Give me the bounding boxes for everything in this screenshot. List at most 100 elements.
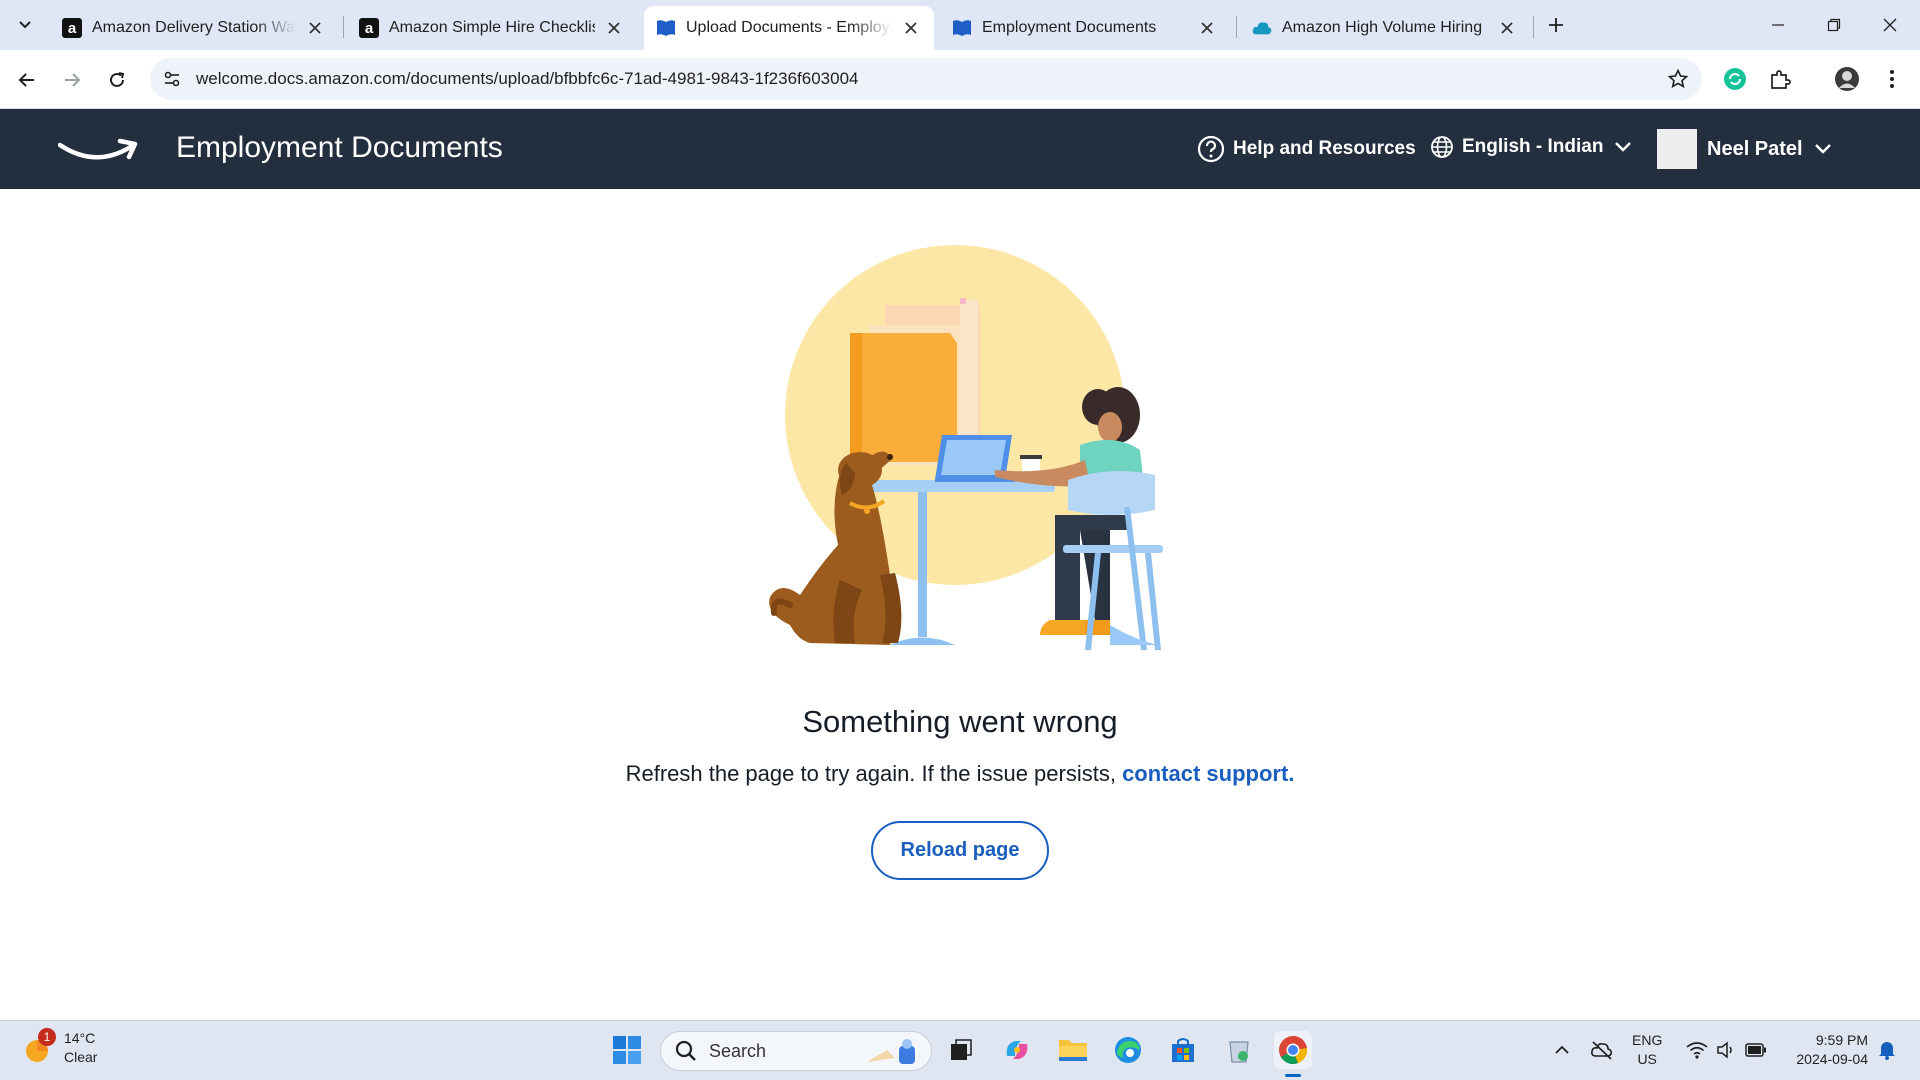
user-menu[interactable]: Neel Patel: [1657, 129, 1833, 169]
edge-icon: [1115, 1037, 1141, 1063]
app-title: Employment Documents: [176, 131, 503, 164]
reload-button[interactable]: [100, 63, 134, 97]
help-circle-icon: [1197, 135, 1225, 163]
cloud-icon: [1252, 18, 1272, 38]
close-icon[interactable]: [1196, 17, 1218, 39]
weather-temperature: 14°C: [64, 1030, 96, 1046]
microsoft-store-button[interactable]: [1164, 1031, 1202, 1069]
system-clock[interactable]: 9:59 PM 2024-09-04: [1780, 1031, 1868, 1069]
tab-title: Amazon Simple Hire Checklist: [389, 19, 595, 36]
active-app-indicator: [1285, 1074, 1301, 1077]
cloud-offline-icon: [1591, 1041, 1612, 1060]
close-icon[interactable]: [900, 17, 922, 39]
tab-employment-documents[interactable]: Employment Documents: [940, 6, 1230, 50]
docs-icon: [952, 18, 972, 38]
windows-logo-icon: [613, 1036, 641, 1064]
back-button[interactable]: [10, 63, 44, 97]
battery-status[interactable]: [1741, 1035, 1771, 1065]
battery-icon: [1745, 1043, 1766, 1057]
svg-text:a: a: [365, 20, 374, 37]
browser-menu-icon[interactable]: [1877, 64, 1907, 94]
bookmark-star-icon[interactable]: [1666, 67, 1690, 91]
recycle-bin-icon: [1229, 1041, 1249, 1063]
copilot-button[interactable]: [998, 1031, 1036, 1069]
speaker-icon: [1717, 1041, 1732, 1059]
chrome-button[interactable]: [1274, 1031, 1312, 1069]
start-button[interactable]: [608, 1031, 646, 1069]
close-icon[interactable]: [1496, 17, 1518, 39]
wifi-icon: [1686, 1042, 1708, 1059]
tab-high-volume-hiring[interactable]: Amazon High Volume Hiring: [1240, 6, 1530, 50]
onedrive-status[interactable]: [1587, 1035, 1617, 1065]
close-icon[interactable]: [603, 17, 625, 39]
input-language-indicator[interactable]: ENG US: [1632, 1031, 1662, 1069]
lang-line-1: ENG: [1632, 1032, 1663, 1048]
language-label: English - Indian: [1462, 136, 1604, 157]
tab-amazon-delivery-station[interactable]: a Amazon Delivery Station Wareh: [50, 6, 338, 50]
tab-title: Amazon Delivery Station Wareh: [92, 19, 296, 36]
help-label: Help and Resources: [1233, 138, 1416, 159]
edge-button[interactable]: [1109, 1031, 1147, 1069]
task-view-button[interactable]: [942, 1031, 980, 1069]
language-selector[interactable]: English - Indian: [1430, 135, 1633, 159]
url-text[interactable]: welcome.docs.amazon.com/documents/upload…: [196, 69, 859, 89]
search-highlight-icon: [867, 1039, 915, 1064]
recycle-app-button[interactable]: [1220, 1031, 1258, 1069]
minimize-button[interactable]: [1750, 0, 1806, 50]
weather-description: Clear: [64, 1049, 98, 1065]
new-tab-button[interactable]: [1541, 10, 1571, 40]
contact-support-link[interactable]: contact support.: [1122, 761, 1294, 786]
chevron-up-icon: [1555, 1045, 1569, 1054]
arrow-right-icon: [65, 73, 81, 87]
forward-button[interactable]: [55, 63, 89, 97]
restore-icon: [1827, 18, 1841, 32]
notifications-button[interactable]: [1872, 1035, 1902, 1065]
error-illustration: [769, 245, 1163, 650]
profile-avatar-icon[interactable]: [1832, 64, 1862, 94]
address-bar[interactable]: welcome.docs.amazon.com/documents/upload…: [150, 58, 1702, 100]
error-message: Refresh the page to try again. If the is…: [0, 761, 1920, 787]
close-icon[interactable]: [304, 17, 326, 39]
close-icon: [1883, 18, 1897, 32]
search-label: Search: [709, 1040, 767, 1061]
user-name: Neel Patel: [1707, 137, 1803, 160]
amazon-a-icon: a: [62, 18, 82, 38]
window-close-button[interactable]: [1862, 0, 1918, 50]
taskbar-search[interactable]: Search: [660, 1031, 932, 1071]
weather-sun-icon: 1: [24, 1028, 56, 1064]
tab-divider: [343, 16, 344, 38]
tab-upload-documents[interactable]: Upload Documents - Employme: [644, 6, 934, 50]
chevron-down-icon: [1814, 144, 1831, 154]
minimize-icon: [1772, 24, 1784, 26]
tab-search-button[interactable]: [10, 10, 40, 40]
extensions-puzzle-icon[interactable]: [1765, 64, 1795, 94]
copilot-icon: [1006, 1041, 1028, 1059]
amazon-smile-logo-icon[interactable]: [58, 135, 138, 165]
restore-button[interactable]: [1806, 0, 1862, 50]
app-header: Employment Documents Help and Resources …: [0, 109, 1920, 189]
file-explorer-button[interactable]: [1054, 1031, 1092, 1069]
weather-widget[interactable]: 1 14°C Clear: [24, 1028, 98, 1067]
site-settings-icon[interactable]: [160, 67, 184, 91]
browser-tab-strip: a Amazon Delivery Station Wareh a Amazon…: [0, 0, 1920, 50]
chevron-down-icon: [1615, 142, 1632, 152]
avatar: [1657, 129, 1697, 169]
error-title: Something went wrong: [802, 704, 1118, 739]
globe-icon: [1431, 136, 1453, 158]
reload-page-button[interactable]: Reload page: [871, 821, 1049, 880]
tab-title: Upload Documents - Employme: [686, 19, 892, 36]
clock-time: 9:59 PM: [1815, 1032, 1868, 1048]
network-status[interactable]: [1682, 1035, 1712, 1065]
volume-control[interactable]: [1711, 1035, 1741, 1065]
extension-sync-icon[interactable]: [1720, 64, 1750, 94]
search-icon: [675, 1040, 696, 1061]
tab-divider: [1533, 16, 1534, 38]
help-and-resources-link[interactable]: Help and Resources: [1197, 135, 1416, 163]
docs-icon: [656, 18, 676, 38]
tab-simple-hire-checklist[interactable]: a Amazon Simple Hire Checklist: [347, 6, 637, 50]
tab-divider: [1236, 16, 1237, 38]
show-hidden-icons-button[interactable]: [1547, 1035, 1577, 1065]
error-message-text: Refresh the page to try again. If the is…: [625, 761, 1123, 786]
folder-icon: [1059, 1040, 1087, 1061]
bell-icon: [1879, 1042, 1895, 1060]
